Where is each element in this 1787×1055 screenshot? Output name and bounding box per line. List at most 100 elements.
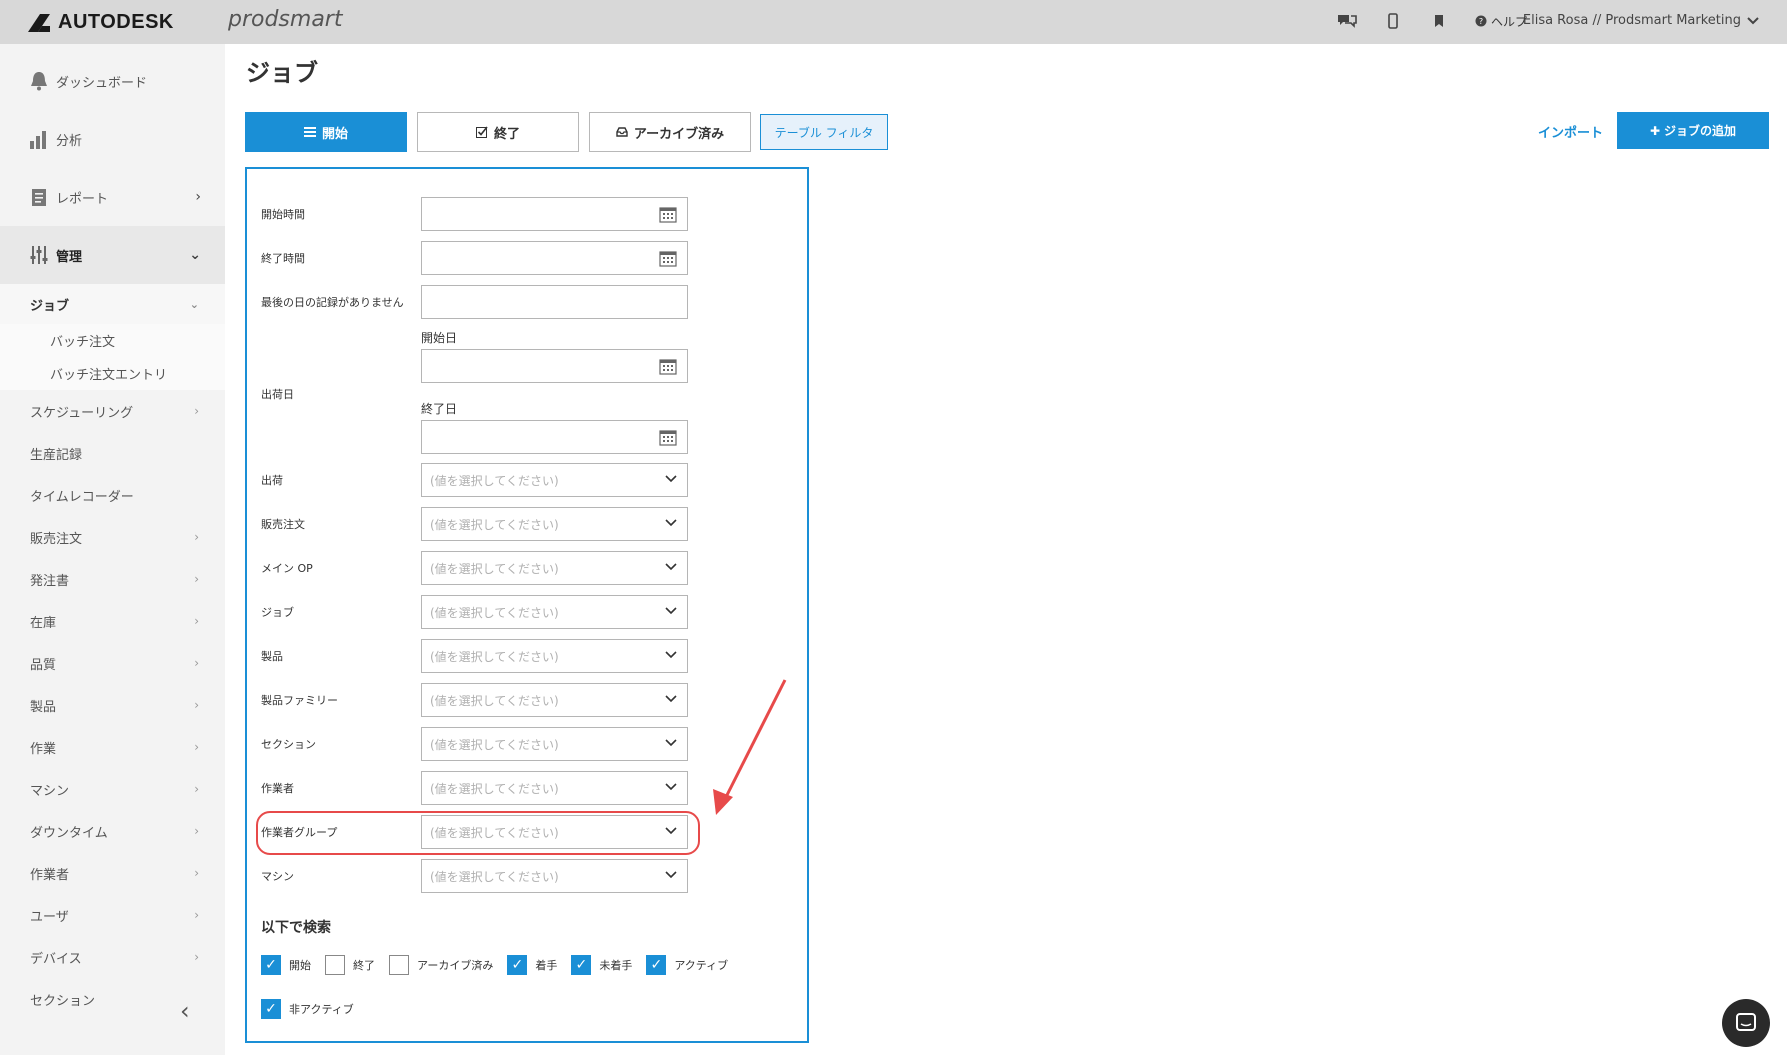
collapse-sidebar-icon[interactable]: ‹: [180, 997, 190, 1025]
sidebar-subitem-batch-order-entry[interactable]: バッチ注文エントリ: [0, 357, 225, 390]
filter-row-machine: マシン (値を選択してください): [261, 859, 688, 893]
job-select[interactable]: (値を選択してください): [421, 595, 688, 629]
checkbox-started[interactable]: ✓ 開始: [261, 955, 311, 975]
help-link[interactable]: ? ヘルプ: [1475, 13, 1527, 30]
list-icon: [303, 127, 316, 137]
page-title: ジョブ: [246, 59, 318, 87]
bookmark-icon[interactable]: [1429, 12, 1449, 30]
bar-chart-icon: [30, 131, 46, 149]
help-icon: ?: [1475, 15, 1487, 27]
chevron-right-icon: ›: [194, 572, 199, 586]
checkmark-icon: ✓: [646, 955, 667, 975]
sidebar-item-label: ユーザ: [30, 909, 69, 925]
start-time-input[interactable]: [421, 197, 688, 231]
sidebar-item-inventory[interactable]: 在庫 ›: [0, 600, 225, 642]
sidebar-item-management[interactable]: 管理 ⌄: [0, 226, 225, 284]
chevron-down-icon: [665, 651, 677, 659]
sidebar-item-label: ダウンタイム: [30, 825, 108, 841]
table-filter-button[interactable]: テーブル フィルタ: [760, 114, 888, 150]
checkbox-box: [325, 955, 345, 975]
sidebar-item-label: 在庫: [30, 615, 57, 631]
sidebar-item-reports[interactable]: レポート ›: [0, 168, 225, 226]
sidebar-item-analytics[interactable]: 分析: [0, 110, 225, 168]
search-by-title: 以下で検索: [261, 920, 331, 936]
sidebar-item-quality[interactable]: 品質 ›: [0, 642, 225, 684]
chat-widget-button[interactable]: [1722, 999, 1770, 1047]
operator-select[interactable]: (値を選択してください): [421, 771, 688, 805]
chat-icon[interactable]: [1337, 12, 1357, 30]
tab-started[interactable]: 開始: [245, 112, 407, 152]
sidebar-item-purchase-orders[interactable]: 発注書 ›: [0, 558, 225, 600]
sidebar-item-products[interactable]: 製品 ›: [0, 684, 225, 726]
operator-group-highlight: [256, 811, 700, 855]
sidebar-item-label: デバイス: [30, 951, 82, 967]
filter-label: マシン: [261, 870, 294, 883]
help-label: ヘルプ: [1490, 14, 1527, 29]
sidebar-item-production-records[interactable]: 生産記録: [0, 432, 225, 474]
chat-bubble-icon: [1736, 1013, 1756, 1031]
chevron-right-icon: ›: [194, 656, 199, 670]
user-menu[interactable]: Elisa Rosa // Prodsmart Marketing: [1523, 13, 1759, 28]
sidebar-item-label: 製品: [30, 699, 57, 715]
ship-end-date-input[interactable]: [421, 420, 688, 454]
sidebar-item-machines[interactable]: マシン ›: [0, 768, 225, 810]
no-last-day-input[interactable]: [421, 285, 688, 319]
checkbox-inactive[interactable]: ✓ 非アクティブ: [261, 999, 354, 1019]
chevron-right-icon: ›: [194, 404, 199, 418]
sidebar-item-operators[interactable]: 作業者 ›: [0, 852, 225, 894]
sidebar-item-scheduling[interactable]: スケジューリング ›: [0, 390, 225, 432]
product-logo[interactable]: prodsmart: [228, 7, 342, 32]
sales-order-select[interactable]: (値を選択してください): [421, 507, 688, 541]
filter-row-no-last-day: 最後の日の記録がありません: [261, 285, 688, 319]
sidebar-item-jobs[interactable]: ジョブ ⌄: [0, 284, 225, 324]
checkbox-label: 開始: [289, 959, 311, 972]
sidebar-item-sales-orders[interactable]: 販売注文 ›: [0, 516, 225, 558]
sidebar-subitem-batch-order[interactable]: バッチ注文: [0, 324, 225, 357]
sidebar-item-sections[interactable]: セクション: [0, 978, 225, 1020]
tab-archived[interactable]: アーカイブ済み: [589, 112, 751, 152]
product-select[interactable]: (値を選択してください): [421, 639, 688, 673]
autodesk-logo[interactable]: AUTODESK: [28, 11, 174, 34]
product-family-select[interactable]: (値を選択してください): [421, 683, 688, 717]
mobile-icon[interactable]: [1383, 12, 1403, 30]
checkbox-finished[interactable]: 終了: [325, 955, 375, 975]
main-op-select[interactable]: (値を選択してください): [421, 551, 688, 585]
ship-start-date-input[interactable]: [421, 349, 688, 383]
checkbox-not-begun[interactable]: ✓ 未着手: [571, 955, 632, 975]
chevron-down-icon: [665, 563, 677, 571]
calendar-icon[interactable]: [659, 206, 677, 223]
sidebar-item-devices[interactable]: デバイス ›: [0, 936, 225, 978]
add-job-button[interactable]: ✚ ジョブの追加: [1617, 112, 1769, 149]
select-placeholder: (値を選択してください): [430, 649, 559, 664]
section-select[interactable]: (値を選択してください): [421, 727, 688, 761]
calendar-icon[interactable]: [659, 250, 677, 267]
sidebar-item-time-recorder[interactable]: タイムレコーダー: [0, 474, 225, 516]
chevron-right-icon: ›: [194, 782, 199, 796]
sidebar-item-downtime[interactable]: ダウンタイム ›: [0, 810, 225, 852]
checkbox-archived[interactable]: アーカイブ済み: [389, 955, 493, 975]
tab-finished[interactable]: 終了: [417, 112, 579, 152]
filter-label: 終了時間: [261, 252, 305, 265]
filter-row-shipment: 出荷 (値を選択してください): [261, 463, 688, 497]
calendar-icon[interactable]: [659, 429, 677, 446]
sidebar-item-label: 分析: [56, 133, 83, 149]
sidebar-item-label: スケジューリング: [30, 405, 134, 421]
sidebar-item-users[interactable]: ユーザ ›: [0, 894, 225, 936]
end-time-input[interactable]: [421, 241, 688, 275]
chevron-down-icon: [665, 475, 677, 483]
filter-row-section: セクション (値を選択してください): [261, 727, 688, 761]
sidebar-item-label: マシン: [30, 783, 70, 799]
calendar-icon[interactable]: [659, 358, 677, 375]
sidebar-item-dashboard[interactable]: ダッシュボード: [0, 52, 225, 110]
filter-row-end-time: 終了時間: [261, 241, 688, 275]
checkbox-begun[interactable]: ✓ 着手: [507, 955, 557, 975]
shipment-select[interactable]: (値を選択してください): [421, 463, 688, 497]
machine-select[interactable]: (値を選択してください): [421, 859, 688, 893]
top-icons: ? ヘルプ: [1337, 12, 1527, 30]
import-link[interactable]: インポート: [1538, 122, 1603, 141]
sidebar-item-operations[interactable]: 作業 ›: [0, 726, 225, 768]
checkbox-active[interactable]: ✓ アクティブ: [646, 955, 728, 975]
sidebar-item-label: セクション: [30, 993, 96, 1009]
sidebar-item-label: 品質: [30, 657, 57, 673]
filter-label: 出荷: [261, 474, 283, 487]
